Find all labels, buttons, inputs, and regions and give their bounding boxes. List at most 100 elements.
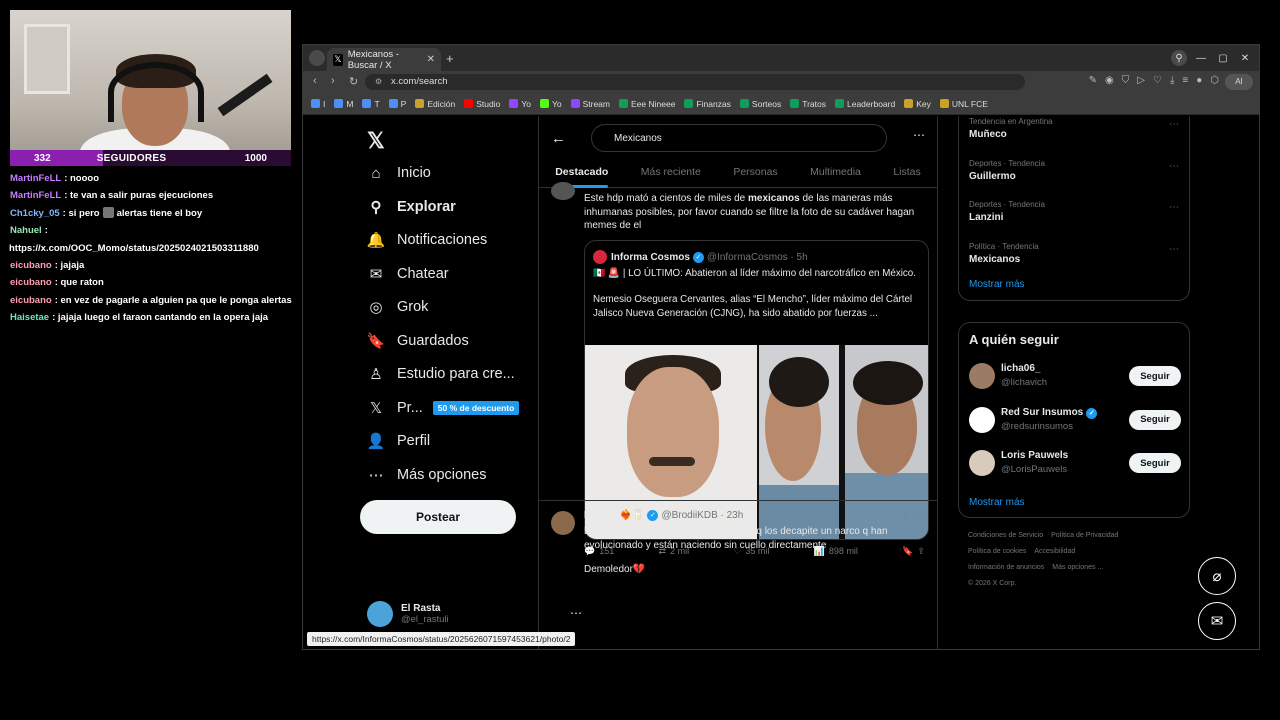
suggestion-name: licha06_ bbox=[1001, 363, 1040, 374]
show-more-trends-link[interactable]: Mostrar más bbox=[969, 279, 1025, 290]
avatar[interactable] bbox=[969, 406, 995, 433]
suggestion-name: Loris Pauwels bbox=[1001, 450, 1068, 461]
ai-button[interactable]: AI bbox=[1225, 74, 1253, 90]
sidebar-item-search[interactable]: ⚲ Explorar bbox=[367, 198, 456, 216]
sidebar-item-label: Explorar bbox=[397, 198, 456, 215]
footer-link[interactable]: © 2026 X Corp. bbox=[968, 580, 1016, 587]
close-window-icon[interactable]: ✕ bbox=[1237, 50, 1253, 66]
avatar[interactable] bbox=[551, 511, 575, 535]
edit-icon[interactable]: ✎ bbox=[1089, 75, 1097, 86]
search-tabs-icon[interactable]: ⚲ bbox=[1171, 50, 1187, 66]
more-icon[interactable]: ⋯ bbox=[1169, 202, 1179, 213]
trend-item[interactable]: Deportes · Tendencia Lanzini ⋯ bbox=[969, 200, 1179, 223]
follow-button[interactable]: Seguir bbox=[1129, 453, 1181, 473]
more-options-icon[interactable]: ⋯ bbox=[913, 128, 925, 142]
footer-link[interactable]: Política de Privacidad bbox=[1051, 532, 1118, 539]
bookmark-item[interactable]: UNL FCE bbox=[939, 99, 988, 109]
show-more-follow-link[interactable]: Mostrar más bbox=[969, 497, 1025, 508]
sidebar-item-grok[interactable]: ◎ Grok bbox=[367, 298, 428, 316]
bookmark-item[interactable]: T bbox=[362, 99, 380, 109]
footer-link[interactable]: Política de cookies bbox=[968, 548, 1026, 555]
follow-suggestion[interactable]: licha06_ @lichavich Seguir bbox=[969, 361, 1181, 391]
footer-link[interactable]: Accesibilidad bbox=[1034, 548, 1075, 555]
bookmark-item[interactable]: Sorteos bbox=[739, 99, 781, 109]
cube-icon[interactable]: ⬡ bbox=[1210, 75, 1219, 86]
more-icon[interactable]: ⋯ bbox=[1169, 244, 1179, 255]
tweet[interactable]: Brunoh❤️‍🔥🥛 ✓ @BrodiiKDB · 23h ◌ ⋯ Los m… bbox=[539, 500, 937, 649]
camera-icon[interactable]: ◉ bbox=[1105, 75, 1114, 86]
bookmark-item[interactable]: Yo bbox=[539, 99, 562, 109]
maximize-icon[interactable]: ▢ bbox=[1215, 50, 1231, 66]
profile-avatar-icon[interactable]: ● bbox=[1196, 75, 1202, 86]
avatar[interactable] bbox=[969, 450, 995, 476]
sidebar-item-label: Notificaciones bbox=[397, 232, 488, 248]
follow-suggestion[interactable]: Loris Pauwels @LorisPauwels Seguir bbox=[969, 448, 1181, 478]
shield-icon[interactable]: ⛉ bbox=[1122, 75, 1130, 86]
play-icon[interactable]: ▷ bbox=[1137, 75, 1145, 86]
bookmark-item[interactable]: Studio bbox=[464, 99, 500, 109]
trend-item[interactable]: Deportes · Tendencia Guillermo ⋯ bbox=[969, 159, 1179, 182]
bookmark-item[interactable]: Stream bbox=[570, 99, 610, 109]
avatar[interactable] bbox=[969, 363, 995, 389]
bookmark-item[interactable]: Tratos bbox=[790, 99, 826, 109]
more-icon[interactable]: ⋯ bbox=[1169, 119, 1179, 130]
tab-multimedia[interactable]: Multimedia bbox=[810, 162, 861, 187]
bookmark-item[interactable]: M bbox=[334, 99, 353, 109]
url-input[interactable]: ⚙ x.com/search bbox=[365, 74, 1025, 90]
sidebar-item-bell[interactable]: 🔔 Notificaciones bbox=[367, 231, 488, 249]
bookmark-item[interactable]: Leaderboard bbox=[835, 99, 895, 109]
download-icon[interactable]: ⤓ bbox=[1170, 75, 1174, 86]
site-info-icon[interactable]: ⚙ bbox=[375, 74, 382, 90]
reload-icon[interactable]: ↻ bbox=[349, 75, 358, 88]
menu-icon[interactable]: ≡ bbox=[1182, 75, 1188, 86]
forward-icon[interactable]: › bbox=[331, 75, 335, 87]
sidebar-item-profile[interactable]: 👤 Perfil bbox=[367, 432, 430, 450]
tab-personas[interactable]: Personas bbox=[733, 162, 777, 187]
browser-menu-icon[interactable] bbox=[309, 50, 325, 66]
more-icon[interactable]: ⋯ bbox=[1169, 161, 1179, 172]
sidebar-item-studio[interactable]: ♙ Estudio para cre... bbox=[367, 365, 514, 383]
minimize-icon[interactable]: — bbox=[1193, 50, 1209, 66]
trend-item[interactable]: Tendencia en Argentina Muñeco ⋯ bbox=[969, 117, 1179, 140]
search-input[interactable] bbox=[591, 124, 887, 152]
x-logo-icon[interactable]: 𝕏 bbox=[367, 128, 385, 154]
messages-fab-icon[interactable]: ✉ bbox=[1198, 602, 1236, 640]
back-icon[interactable]: ‹ bbox=[313, 75, 317, 87]
bookmark-item[interactable]: Finanzas bbox=[684, 99, 731, 109]
grok-icon[interactable]: ◌ bbox=[903, 510, 909, 521]
follow-suggestion[interactable]: Red Sur Insumos ✓ @redsurinsumos Seguir bbox=[969, 405, 1181, 435]
heart-icon[interactable]: ♡ bbox=[1153, 75, 1162, 86]
tab-m-s-reciente[interactable]: Más reciente bbox=[641, 162, 701, 187]
back-arrow-icon[interactable]: ← bbox=[551, 130, 566, 147]
post-button[interactable]: Postear bbox=[360, 500, 516, 534]
sidebar-item-x-premium[interactable]: 𝕏 Pr... 50 % de descuento bbox=[367, 399, 520, 417]
account-switcher[interactable]: El Rasta @el_rastuli ⋯ bbox=[367, 600, 582, 628]
bookmark-item[interactable]: P bbox=[388, 99, 406, 109]
follow-button[interactable]: Seguir bbox=[1129, 366, 1181, 386]
bookmark-item[interactable]: Key bbox=[904, 99, 931, 109]
grok-fab-icon[interactable]: ⌀ bbox=[1198, 557, 1236, 595]
sidebar-item-home[interactable]: ⌂ Inicio bbox=[367, 164, 430, 182]
new-tab-icon[interactable]: + bbox=[446, 51, 454, 66]
browser-tab[interactable]: 𝕏 Mexicanos - Buscar / X ✕ bbox=[327, 48, 441, 71]
author-name[interactable]: Brunoh❤️‍🔥🥛 bbox=[584, 510, 644, 521]
footer-link[interactable]: Información de anuncios bbox=[968, 564, 1044, 571]
promo-badge[interactable]: 50 % de descuento bbox=[432, 400, 520, 415]
avatar[interactable] bbox=[551, 182, 575, 200]
trend-item[interactable]: Política · Tendencia Mexicanos ⋯ bbox=[969, 242, 1179, 265]
quoted-tweet[interactable]: Informa Cosmos ✓ @InformaCosmos · 5h 🇲🇽 … bbox=[584, 240, 929, 540]
sidebar-item-more[interactable]: ⋯ Más opciones bbox=[367, 466, 487, 484]
follow-button[interactable]: Seguir bbox=[1129, 409, 1181, 430]
more-icon[interactable]: ⋯ bbox=[915, 510, 925, 521]
tab-listas[interactable]: Listas bbox=[893, 162, 920, 187]
bookmark-item[interactable]: Edición bbox=[415, 99, 455, 109]
bookmark-item[interactable]: I bbox=[311, 99, 325, 109]
footer-link[interactable]: Condiciones de Servicio bbox=[968, 532, 1043, 539]
footer-link[interactable]: Más opciones ... bbox=[1052, 564, 1103, 571]
close-tab-icon[interactable]: ✕ bbox=[427, 54, 435, 65]
sidebar-item-mail[interactable]: ✉ Chatear bbox=[367, 265, 449, 283]
chat-user: MartinFeLL bbox=[10, 190, 62, 202]
bookmark-item[interactable]: Yo bbox=[509, 99, 531, 109]
sidebar-item-bookmark[interactable]: 🔖 Guardados bbox=[367, 332, 469, 350]
bookmark-item[interactable]: Eee Nineee bbox=[619, 99, 675, 109]
